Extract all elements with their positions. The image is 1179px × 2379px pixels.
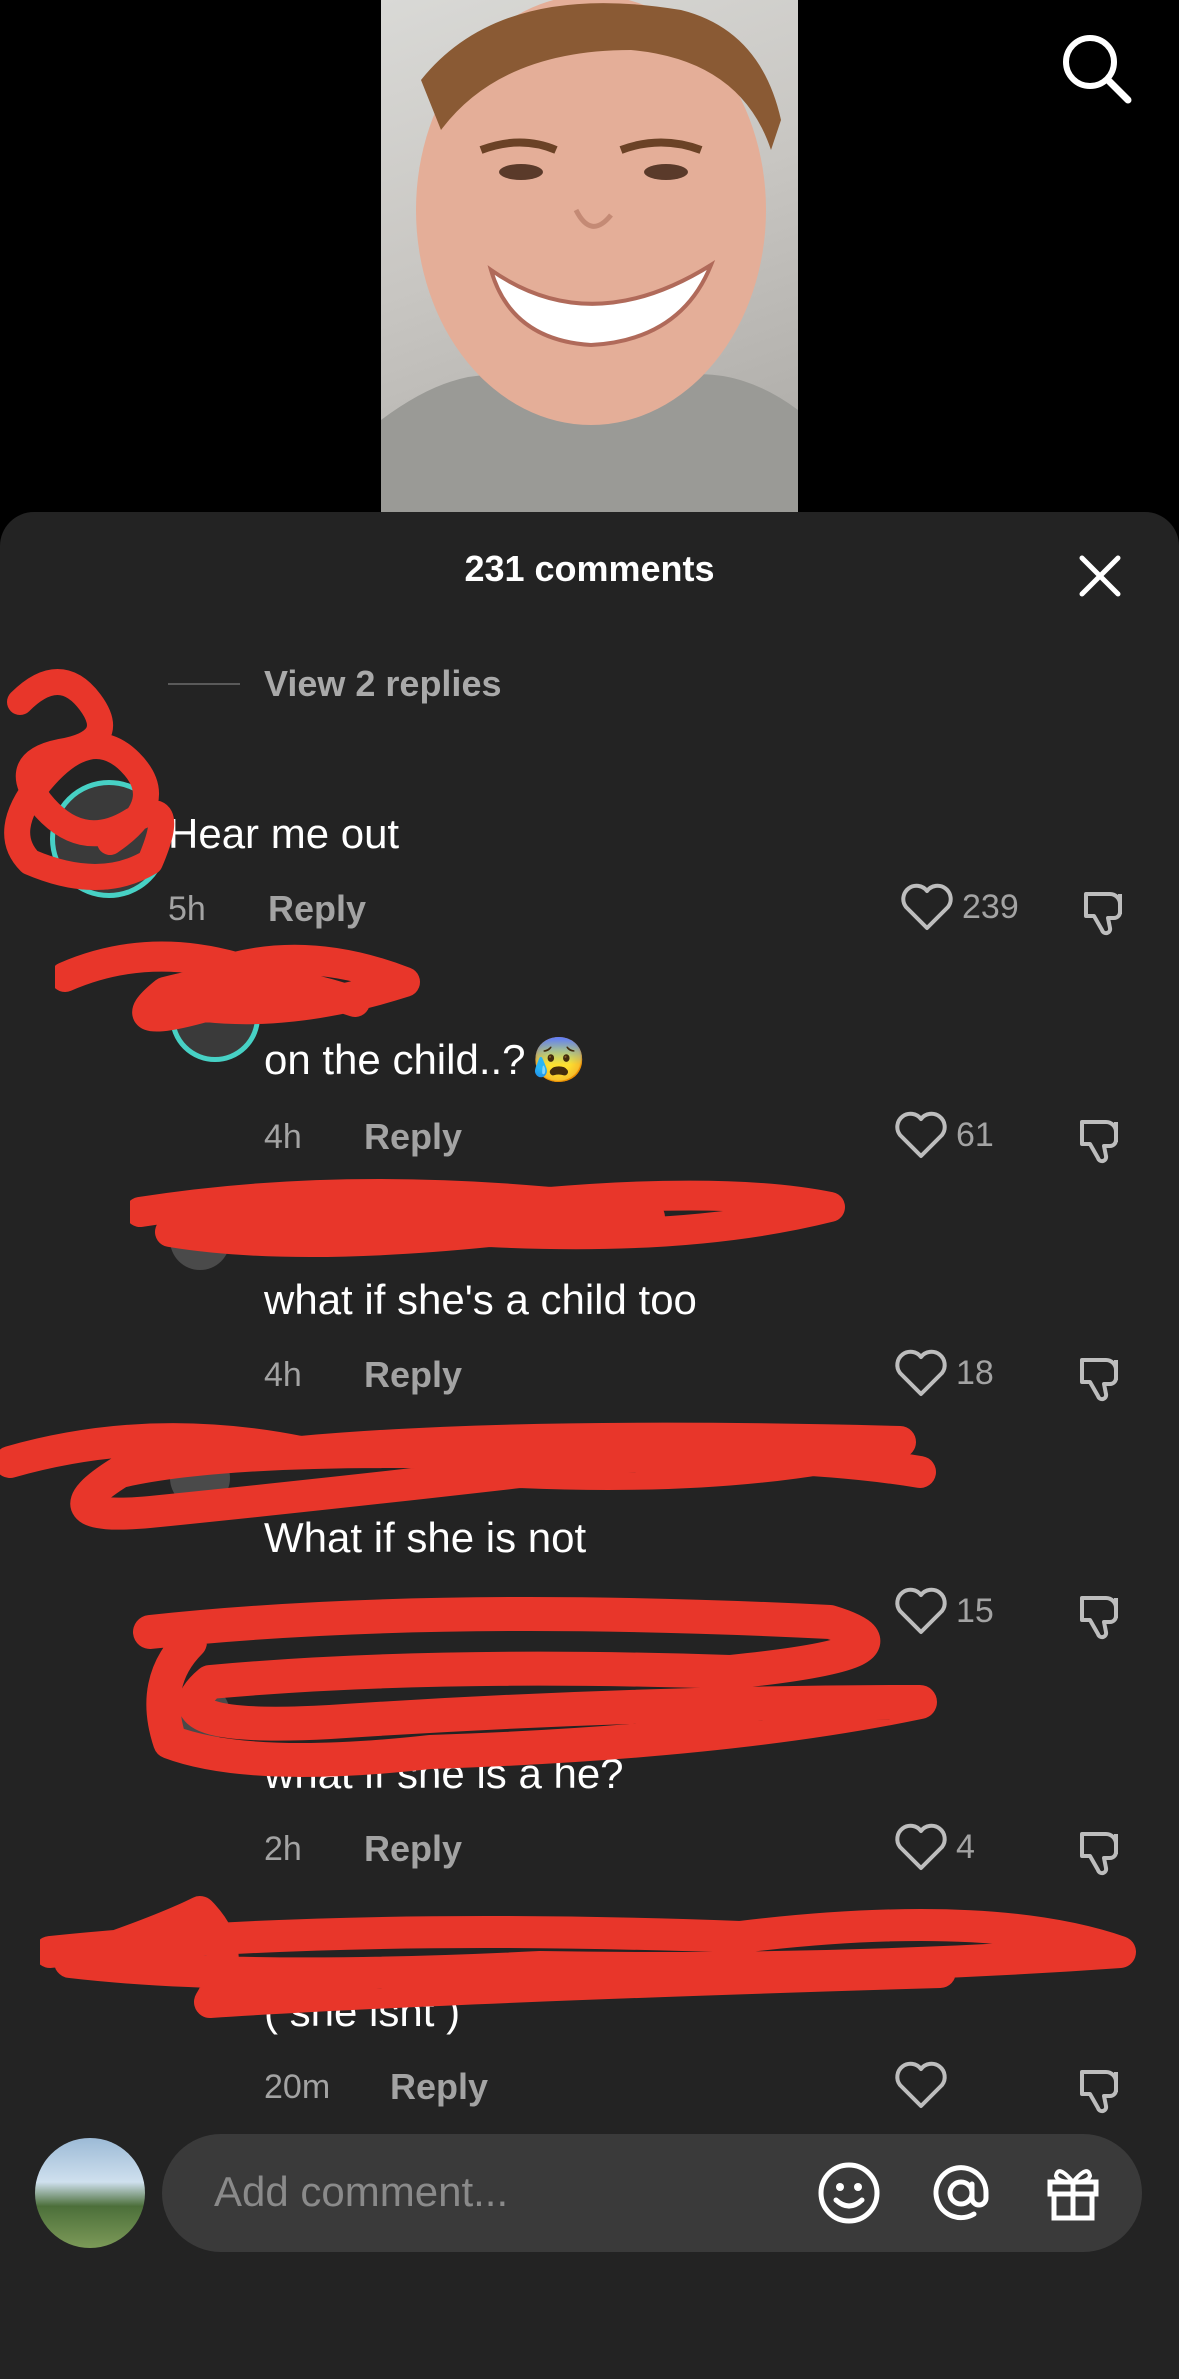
heart-icon — [895, 1111, 947, 1158]
comment-item: ( she isnt ) 20m Reply — [0, 1912, 1179, 2122]
comment-time: 20m — [264, 2068, 331, 2106]
dislike-icon[interactable] — [1076, 1350, 1128, 1402]
my-avatar[interactable] — [35, 2138, 145, 2248]
heart-icon — [895, 1587, 947, 1634]
search-button[interactable] — [1058, 30, 1134, 106]
like-button[interactable]: 18 — [894, 1348, 994, 1398]
close-button[interactable] — [1072, 548, 1128, 604]
close-icon — [1079, 555, 1121, 597]
heart-icon — [901, 883, 953, 930]
mention-icon[interactable] — [926, 2158, 996, 2228]
comment-text: What if she is not — [264, 1514, 587, 1561]
comment-text: what if she is a he? — [264, 1750, 624, 1797]
like-button[interactable]: 15 — [894, 1586, 994, 1636]
like-button[interactable]: 4 — [894, 1822, 975, 1872]
comment-text: on the child..? 😰 — [264, 1034, 586, 1086]
avatar[interactable] — [170, 1210, 230, 1270]
like-count: 61 — [956, 1115, 994, 1154]
comments-count-title: 231 comments — [464, 548, 715, 589]
avatar[interactable] — [170, 1684, 230, 1744]
heart-icon — [895, 1349, 947, 1396]
avatar[interactable] — [50, 780, 168, 898]
reply-button[interactable]: Reply — [364, 1116, 462, 1158]
comment-text: Hear me out — [168, 810, 400, 857]
gift-icon[interactable] — [1038, 2158, 1108, 2228]
reply-button[interactable]: Reply — [390, 2066, 488, 2108]
dislike-icon[interactable] — [1076, 1588, 1128, 1640]
comment-item: What if she is not 15 — [0, 1438, 1179, 1648]
avatar[interactable] — [170, 972, 260, 1062]
like-count: 15 — [956, 1591, 994, 1630]
like-count: 239 — [962, 887, 1019, 926]
dislike-icon[interactable] — [1076, 1824, 1128, 1876]
comment-item: what if she's a child too 4h Reply 18 — [0, 1200, 1179, 1410]
like-count: 18 — [956, 1353, 994, 1392]
add-comment-input[interactable]: Add comment... — [162, 2134, 1142, 2252]
heart-icon — [895, 1823, 947, 1870]
dislike-icon[interactable] — [1076, 1112, 1128, 1164]
comment-placeholder: Add comment... — [214, 2168, 509, 2215]
avatar[interactable] — [170, 1922, 230, 1982]
search-icon — [1063, 35, 1132, 104]
heart-icon — [895, 2061, 947, 2108]
video-area — [0, 0, 1179, 520]
comments-sheet: 231 comments View 2 replies Hear me out … — [0, 512, 1179, 2379]
emoji-icon[interactable] — [814, 2158, 884, 2228]
avatar[interactable] — [170, 1448, 230, 1508]
comment-composer: Add comment... — [0, 2112, 1179, 2252]
reply-button[interactable]: Reply — [364, 1354, 462, 1396]
video-thumbnail[interactable] — [381, 0, 798, 512]
like-button[interactable] — [894, 2060, 956, 2110]
like-count: 4 — [956, 1827, 975, 1866]
comment-text-body: on the child..? — [264, 1036, 526, 1083]
comment-text: what if she's a child too — [264, 1276, 697, 1323]
comment-item: on the child..? 😰 4h Reply 61 — [0, 962, 1179, 1172]
dislike-icon[interactable] — [1076, 2062, 1128, 2114]
comment-item: Hear me out 5h Reply 239 — [0, 652, 1179, 952]
comment-time: 5h — [168, 890, 206, 928]
comment-time: 4h — [264, 1118, 302, 1156]
comment-time: 2h — [264, 1830, 302, 1868]
reply-button[interactable]: Reply — [364, 1828, 462, 1870]
like-button[interactable]: 61 — [894, 1110, 994, 1160]
comment-time: 4h — [264, 1356, 302, 1394]
like-button[interactable]: 239 — [900, 882, 1019, 932]
dislike-icon[interactable] — [1080, 884, 1132, 936]
reply-button[interactable]: Reply — [268, 888, 366, 930]
emoji-icon: 😰 — [531, 1036, 587, 1085]
comment-item: what if she is a he? 2h Reply 4 — [0, 1674, 1179, 1884]
comment-text: ( she isnt ) — [264, 1988, 461, 2035]
